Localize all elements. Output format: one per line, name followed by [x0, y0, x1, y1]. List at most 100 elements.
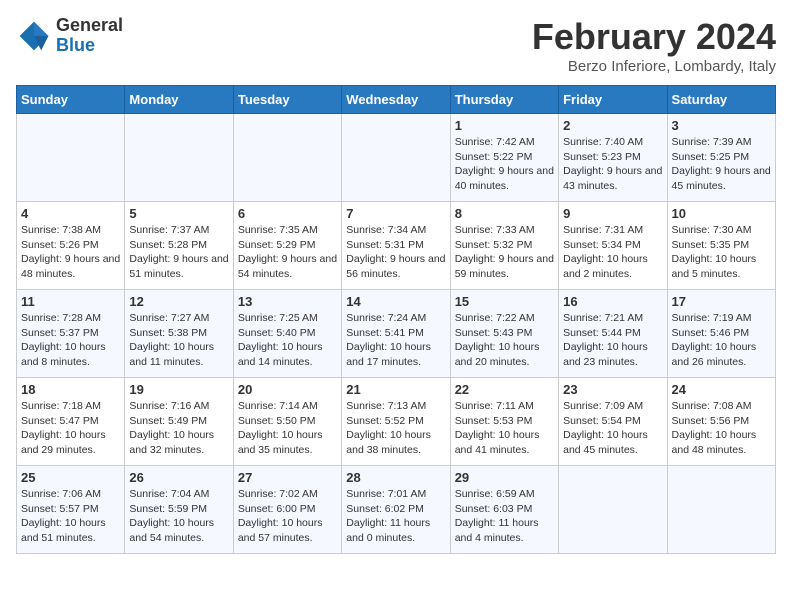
day-info: Sunrise: 7:40 AM Sunset: 5:23 PM Dayligh… — [563, 135, 662, 194]
calendar-cell: 4 Sunrise: 7:38 AM Sunset: 5:26 PM Daylig… — [17, 202, 125, 290]
calendar-cell: 17Sunrise: 7:19 AM Sunset: 5:46 PM Dayli… — [667, 290, 775, 378]
day-number: 18 — [21, 382, 120, 397]
day-number: 16 — [563, 294, 662, 309]
weekday-header: Tuesday — [233, 86, 341, 114]
calendar-cell — [559, 466, 667, 554]
day-number: 14 — [346, 294, 445, 309]
day-info: Sunrise: 7:30 AM Sunset: 5:35 PM Dayligh… — [672, 223, 771, 282]
day-number: 8 — [455, 206, 554, 221]
calendar-cell: 7 Sunrise: 7:34 AM Sunset: 5:31 PM Daylig… — [342, 202, 450, 290]
calendar-cell: 9 Sunrise: 7:31 AM Sunset: 5:34 PM Daylig… — [559, 202, 667, 290]
day-info: Sunrise: 7:11 AM Sunset: 5:53 PM Dayligh… — [455, 399, 554, 458]
day-info: Sunrise: 7:22 AM Sunset: 5:43 PM Dayligh… — [455, 311, 554, 370]
month-title: February 2024 — [532, 16, 776, 58]
day-info: Sunrise: 7:18 AM Sunset: 5:47 PM Dayligh… — [21, 399, 120, 458]
day-number: 25 — [21, 470, 120, 485]
calendar-week-row: 11Sunrise: 7:28 AM Sunset: 5:37 PM Dayli… — [17, 290, 776, 378]
calendar-cell — [342, 114, 450, 202]
calendar-cell: 1 Sunrise: 7:42 AM Sunset: 5:22 PM Daylig… — [450, 114, 558, 202]
day-info: Sunrise: 7:13 AM Sunset: 5:52 PM Dayligh… — [346, 399, 445, 458]
calendar-cell: 20Sunrise: 7:14 AM Sunset: 5:50 PM Dayli… — [233, 378, 341, 466]
calendar-cell: 25 Sunrise: 7:06 AM Sunset: 5:57 PM Dayli… — [17, 466, 125, 554]
day-info: Sunrise: 7:42 AM Sunset: 5:22 PM Dayligh… — [455, 135, 554, 194]
day-number: 4 — [21, 206, 120, 221]
calendar-cell: 27 Sunrise: 7:02 AM Sunset: 6:00 PM Dayli… — [233, 466, 341, 554]
day-info: Sunrise: 7:35 AM Sunset: 5:29 PM Dayligh… — [238, 223, 337, 282]
day-number: 28 — [346, 470, 445, 485]
calendar-week-row: 25 Sunrise: 7:06 AM Sunset: 5:57 PM Dayli… — [17, 466, 776, 554]
weekday-header: Monday — [125, 86, 233, 114]
day-number: 1 — [455, 118, 554, 133]
calendar-cell: 21 Sunrise: 7:13 AM Sunset: 5:52 PM Dayli… — [342, 378, 450, 466]
day-info: Sunrise: 6:59 AM Sunset: 6:03 PM Dayligh… — [455, 487, 554, 546]
day-number: 19 — [129, 382, 228, 397]
day-info: Sunrise: 7:19 AM Sunset: 5:46 PM Dayligh… — [672, 311, 771, 370]
calendar-cell: 16 Sunrise: 7:21 AM Sunset: 5:44 PM Dayli… — [559, 290, 667, 378]
day-info: Sunrise: 7:16 AM Sunset: 5:49 PM Dayligh… — [129, 399, 228, 458]
calendar-cell: 6Sunrise: 7:35 AM Sunset: 5:29 PM Daylig… — [233, 202, 341, 290]
calendar-cell: 10 Sunrise: 7:30 AM Sunset: 5:35 PM Dayli… — [667, 202, 775, 290]
calendar-cell: 18 Sunrise: 7:18 AM Sunset: 5:47 PM Dayli… — [17, 378, 125, 466]
logo: General Blue — [16, 16, 123, 56]
calendar-cell: 5Sunrise: 7:37 AM Sunset: 5:28 PM Daylig… — [125, 202, 233, 290]
weekday-header-row: SundayMondayTuesdayWednesdayThursdayFrid… — [17, 86, 776, 114]
day-info: Sunrise: 7:14 AM Sunset: 5:50 PM Dayligh… — [238, 399, 337, 458]
weekday-header: Thursday — [450, 86, 558, 114]
day-info: Sunrise: 7:28 AM Sunset: 5:37 PM Dayligh… — [21, 311, 120, 370]
calendar-table: SundayMondayTuesdayWednesdayThursdayFrid… — [16, 85, 776, 554]
logo-text: General Blue — [56, 16, 123, 56]
weekday-header: Friday — [559, 86, 667, 114]
location-subtitle: Berzo Inferiore, Lombardy, Italy — [532, 58, 776, 75]
day-number: 3 — [672, 118, 771, 133]
calendar-cell: 12 Sunrise: 7:27 AM Sunset: 5:38 PM Dayli… — [125, 290, 233, 378]
day-number: 21 — [346, 382, 445, 397]
day-info: Sunrise: 7:27 AM Sunset: 5:38 PM Dayligh… — [129, 311, 228, 370]
calendar-cell — [667, 466, 775, 554]
calendar-cell: 29 Sunrise: 6:59 AM Sunset: 6:03 PM Dayli… — [450, 466, 558, 554]
calendar-week-row: 4 Sunrise: 7:38 AM Sunset: 5:26 PM Daylig… — [17, 202, 776, 290]
calendar-cell — [125, 114, 233, 202]
day-info: Sunrise: 7:34 AM Sunset: 5:31 PM Dayligh… — [346, 223, 445, 282]
calendar-cell — [233, 114, 341, 202]
day-number: 7 — [346, 206, 445, 221]
calendar-cell: 2Sunrise: 7:40 AM Sunset: 5:23 PM Daylig… — [559, 114, 667, 202]
title-block: February 2024 Berzo Inferiore, Lombardy,… — [532, 16, 776, 75]
day-info: Sunrise: 7:31 AM Sunset: 5:34 PM Dayligh… — [563, 223, 662, 282]
weekday-header: Wednesday — [342, 86, 450, 114]
day-number: 29 — [455, 470, 554, 485]
day-number: 22 — [455, 382, 554, 397]
day-number: 24 — [672, 382, 771, 397]
day-info: Sunrise: 7:38 AM Sunset: 5:26 PM Dayligh… — [21, 223, 120, 282]
calendar-week-row: 1 Sunrise: 7:42 AM Sunset: 5:22 PM Daylig… — [17, 114, 776, 202]
day-info: Sunrise: 7:02 AM Sunset: 6:00 PM Dayligh… — [238, 487, 337, 546]
calendar-cell: 28 Sunrise: 7:01 AM Sunset: 6:02 PM Dayli… — [342, 466, 450, 554]
logo-icon — [16, 18, 52, 54]
day-number: 26 — [129, 470, 228, 485]
weekday-header: Sunday — [17, 86, 125, 114]
page-header: General Blue February 2024 Berzo Inferio… — [16, 16, 776, 75]
calendar-cell: 8 Sunrise: 7:33 AM Sunset: 5:32 PM Daylig… — [450, 202, 558, 290]
day-number: 15 — [455, 294, 554, 309]
day-number: 27 — [238, 470, 337, 485]
calendar-cell: 15 Sunrise: 7:22 AM Sunset: 5:43 PM Dayli… — [450, 290, 558, 378]
day-number: 23 — [563, 382, 662, 397]
calendar-cell: 24 Sunrise: 7:08 AM Sunset: 5:56 PM Dayli… — [667, 378, 775, 466]
calendar-cell — [17, 114, 125, 202]
calendar-cell: 23 Sunrise: 7:09 AM Sunset: 5:54 PM Dayli… — [559, 378, 667, 466]
day-number: 12 — [129, 294, 228, 309]
day-info: Sunrise: 7:04 AM Sunset: 5:59 PM Dayligh… — [129, 487, 228, 546]
calendar-cell: 14Sunrise: 7:24 AM Sunset: 5:41 PM Dayli… — [342, 290, 450, 378]
day-info: Sunrise: 7:21 AM Sunset: 5:44 PM Dayligh… — [563, 311, 662, 370]
day-info: Sunrise: 7:01 AM Sunset: 6:02 PM Dayligh… — [346, 487, 445, 546]
day-info: Sunrise: 7:33 AM Sunset: 5:32 PM Dayligh… — [455, 223, 554, 282]
day-number: 9 — [563, 206, 662, 221]
day-info: Sunrise: 7:06 AM Sunset: 5:57 PM Dayligh… — [21, 487, 120, 546]
calendar-cell: 26 Sunrise: 7:04 AM Sunset: 5:59 PM Dayli… — [125, 466, 233, 554]
calendar-week-row: 18 Sunrise: 7:18 AM Sunset: 5:47 PM Dayli… — [17, 378, 776, 466]
calendar-cell: 22 Sunrise: 7:11 AM Sunset: 5:53 PM Dayli… — [450, 378, 558, 466]
day-info: Sunrise: 7:09 AM Sunset: 5:54 PM Dayligh… — [563, 399, 662, 458]
day-info: Sunrise: 7:39 AM Sunset: 5:25 PM Dayligh… — [672, 135, 771, 194]
calendar-cell: 13Sunrise: 7:25 AM Sunset: 5:40 PM Dayli… — [233, 290, 341, 378]
day-info: Sunrise: 7:08 AM Sunset: 5:56 PM Dayligh… — [672, 399, 771, 458]
day-number: 10 — [672, 206, 771, 221]
